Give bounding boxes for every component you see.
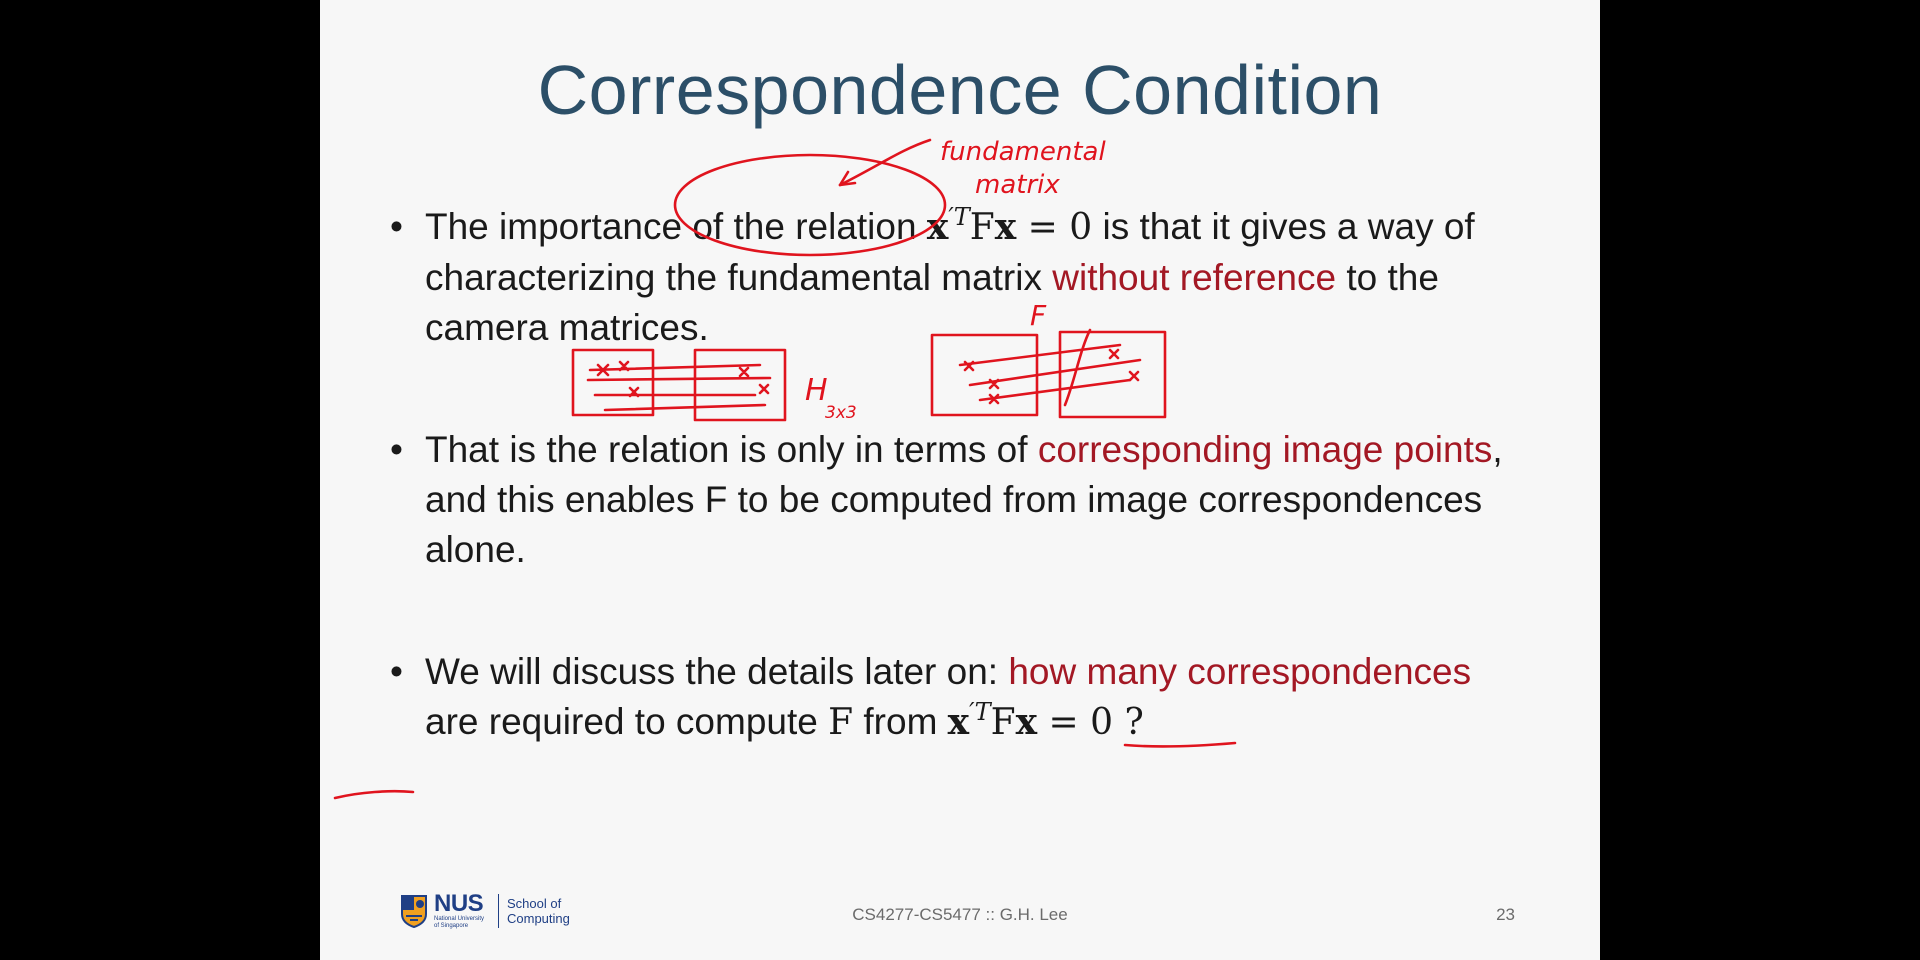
slide-title: Correspondence Condition [537, 51, 1383, 129]
bullet-2: • That is the relation is only in terms … [390, 425, 1525, 575]
H-note: H [805, 373, 828, 408]
bullet-1-emphasis: without reference [1052, 257, 1337, 298]
bullet-1-text: The importance of the relation x′TFx = 0… [425, 202, 1525, 353]
bullet-dot: • [390, 206, 403, 247]
homography-lines [586, 363, 772, 412]
matrix-note: matrix [975, 170, 1060, 200]
homography-crosses [596, 360, 770, 398]
page-number: 23 [1496, 905, 1515, 924]
bullet-3-text: We will discuss the details later on: ho… [425, 647, 1525, 748]
underline-zero [333, 789, 415, 800]
course-label: CS4277-CS5477 :: G.H. Lee [852, 905, 1068, 924]
arrow-to-equation [838, 138, 932, 187]
H-subscript-note: 3x3 [825, 403, 857, 423]
bullet-2-emphasis: corresponding image points [1037, 429, 1493, 470]
bullet-3-part3: from [853, 701, 948, 742]
bullet-3-F: F [828, 702, 854, 743]
bullet-3-equation: x′TFx = 0 ? [947, 698, 1144, 743]
homography-image-left [571, 348, 655, 417]
bullet-3-part1: We will discuss the details later on: [425, 651, 1009, 692]
homography-image-right [693, 348, 787, 422]
relation-equation: x′TFx = 0 [926, 203, 1093, 248]
bullet-1: • The importance of the relation x′TFx =… [390, 202, 1525, 353]
bullet-dot: • [390, 429, 403, 470]
fundamental-note: fundamental [940, 137, 1106, 167]
fundamental-crosses [963, 348, 1140, 405]
bullet-dot: • [390, 651, 403, 692]
bullet-3-part2: are required to compute [425, 701, 829, 742]
bullet-2-part1: That is the relation is only in terms of [425, 429, 1038, 470]
bullet-2-text: That is the relation is only in terms of… [425, 425, 1525, 575]
arrow-head [838, 170, 857, 187]
bullet-3-emphasis: how many correspondences [1008, 651, 1472, 692]
bullet-1-part1: The importance of the relation [425, 206, 927, 247]
slide: Correspondence Condition • The importanc… [320, 0, 1600, 960]
bullet-3: • We will discuss the details later on: … [390, 647, 1525, 748]
